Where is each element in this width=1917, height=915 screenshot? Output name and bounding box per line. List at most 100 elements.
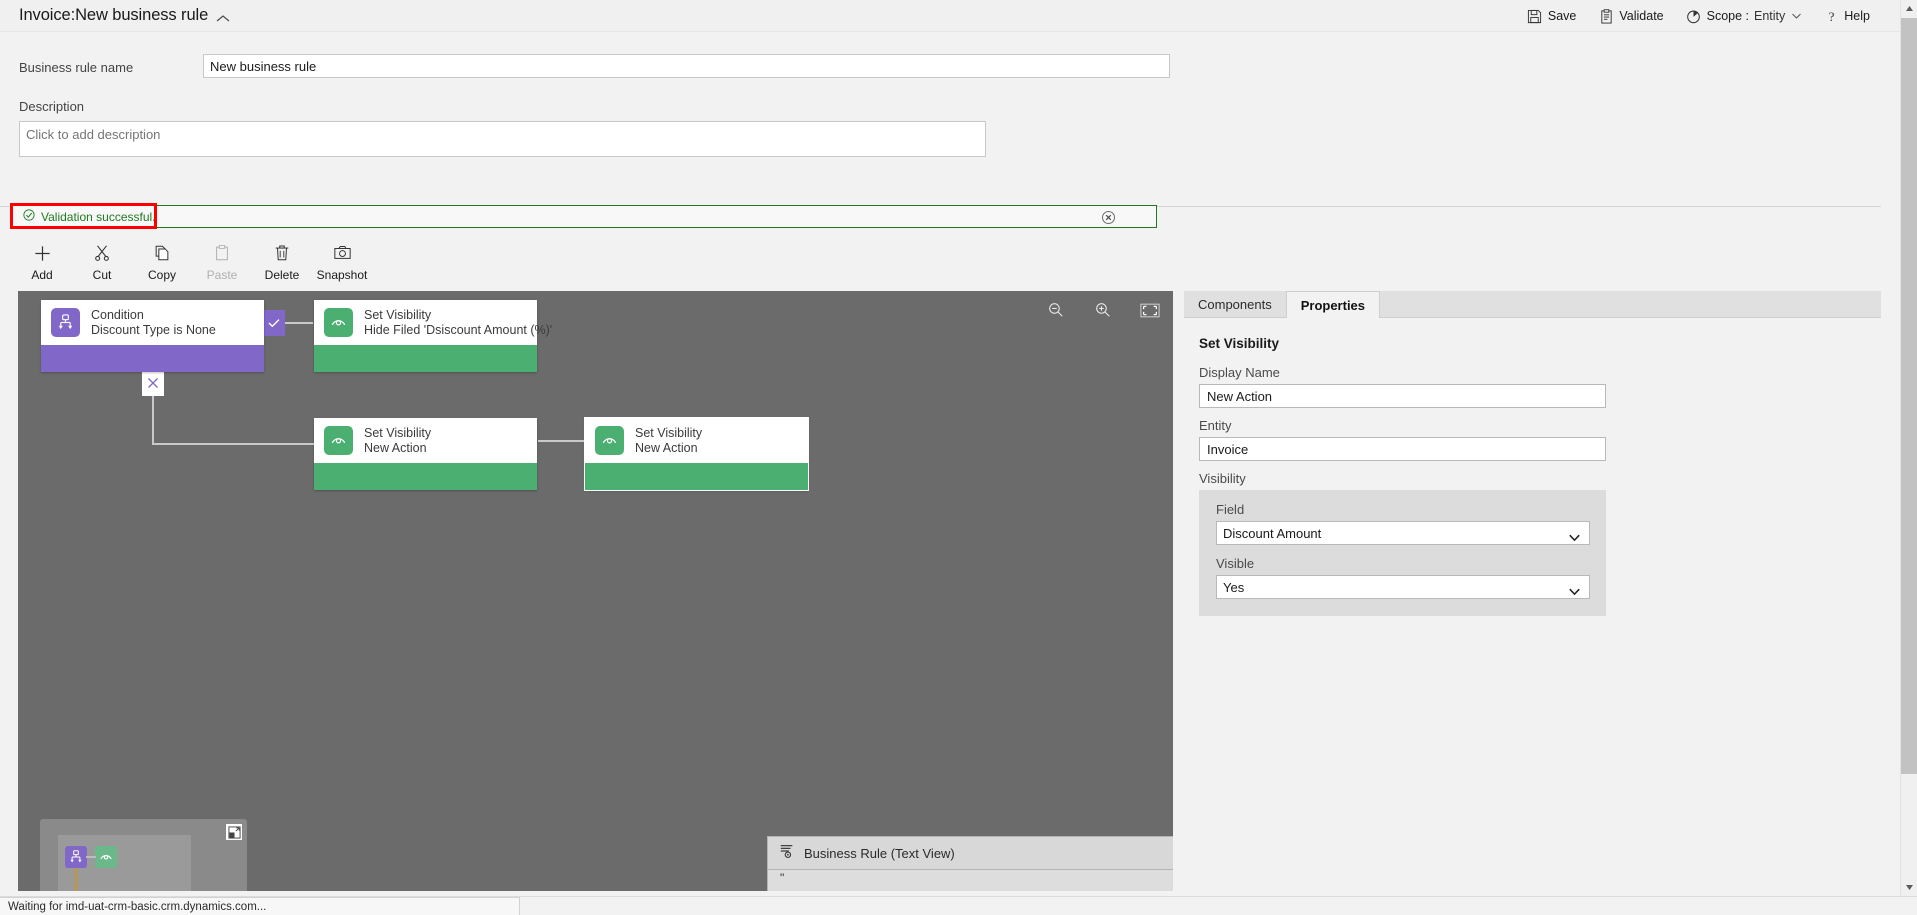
node-subtitle: New Action <box>635 441 702 456</box>
scope-icon <box>1686 8 1702 24</box>
node-header: Set Visibility New Action <box>585 418 808 463</box>
close-circle-icon[interactable] <box>1101 210 1116 225</box>
zoom-out-icon[interactable] <box>1046 300 1066 320</box>
canvas-node-action-1[interactable]: Set Visibility Hide Filed 'Dsiscount Amo… <box>314 300 537 372</box>
node-header: Set Visibility New Action <box>314 418 537 463</box>
description-label: Description <box>19 99 84 114</box>
cut-label: Cut <box>93 268 112 282</box>
visible-select[interactable]: Yes <box>1216 575 1590 599</box>
snapshot-button[interactable]: Snapshot <box>312 238 372 286</box>
eye-icon <box>324 308 353 337</box>
chevron-down-icon[interactable] <box>1792 13 1801 19</box>
scope-label: Scope : <box>1707 9 1749 23</box>
paste-button: Paste <box>192 238 252 286</box>
properties-panel: Components Properties Set Visibility Dis… <box>1184 291 1881 891</box>
camera-icon <box>333 243 352 263</box>
text-view-title: Business Rule (Text View) <box>804 846 955 861</box>
display-name-label: Display Name <box>1199 365 1280 380</box>
tab-components[interactable]: Components <box>1184 291 1286 317</box>
text-view-content: " <box>768 870 1173 891</box>
validate-icon <box>1598 8 1614 24</box>
connector-cond-horizontal <box>152 443 314 445</box>
zoom-in-icon[interactable] <box>1093 300 1113 320</box>
node-title: Set Visibility <box>635 426 702 441</box>
node-text: Condition Discount Type is None <box>91 308 216 338</box>
node-subtitle: Hide Filed 'Dsiscount Amount (%)' <box>364 323 552 338</box>
branch-badge-true[interactable] <box>263 310 285 336</box>
add-label: Add <box>31 268 52 282</box>
save-label: Save <box>1548 9 1577 23</box>
copy-icon <box>153 243 171 263</box>
node-text: Set Visibility New Action <box>364 426 431 456</box>
tab-properties-label: Properties <box>1301 298 1365 313</box>
eye-icon <box>595 426 624 455</box>
plus-icon <box>33 243 52 263</box>
business-rule-name-label: Business rule name <box>19 60 133 75</box>
node-body <box>41 345 264 372</box>
app-header: Invoice:New business rule Save <box>0 0 1917 32</box>
snapshot-label: Snapshot <box>317 268 368 282</box>
copy-label: Copy <box>148 268 176 282</box>
rule-canvas[interactable]: Condition Discount Type is None Set Visi… <box>18 291 1173 891</box>
scroll-up-arrow[interactable] <box>1901 0 1917 17</box>
canvas-node-condition[interactable]: Condition Discount Type is None <box>41 300 264 372</box>
fit-to-screen-icon[interactable] <box>1140 300 1160 320</box>
paste-label: Paste <box>207 268 238 282</box>
designer-toolbar: Add Cut Copy <box>12 238 372 288</box>
tab-properties[interactable]: Properties <box>1286 291 1380 318</box>
save-button[interactable]: Save <box>1516 0 1588 32</box>
trash-icon <box>273 243 291 263</box>
text-view-header: Business Rule (Text View) <box>768 837 1173 870</box>
scope-value: Entity <box>1754 9 1785 23</box>
business-rule-designer: Invoice:New business rule Save <box>0 0 1917 915</box>
business-rule-name-input[interactable] <box>203 54 1170 78</box>
validate-button[interactable]: Validate <box>1587 0 1674 32</box>
description-input[interactable] <box>19 121 986 157</box>
panel-tabs: Components Properties <box>1184 291 1881 318</box>
chevron-up-icon[interactable] <box>216 11 230 21</box>
node-subtitle: New Action <box>364 441 431 456</box>
node-header: Condition Discount Type is None <box>41 300 264 345</box>
canvas-node-action-3[interactable]: Set Visibility New Action <box>585 418 808 490</box>
minimap-branch-line <box>75 868 77 891</box>
page-scrollbar[interactable] <box>1900 0 1917 896</box>
minimap-condition-node <box>65 846 87 868</box>
scope-selector[interactable]: Scope : Entity <box>1675 0 1813 32</box>
tab-components-label: Components <box>1198 297 1272 312</box>
text-rule-icon <box>779 843 795 864</box>
delete-label: Delete <box>265 268 300 282</box>
cross-icon <box>147 377 159 389</box>
validation-message: Validation successful. <box>41 210 156 224</box>
visibility-group: Field Discount Amount Visible Yes <box>1199 490 1606 616</box>
node-body <box>314 463 537 490</box>
branch-badge-false[interactable] <box>142 370 164 396</box>
node-title: Set Visibility <box>364 426 431 441</box>
node-title: Set Visibility <box>364 308 552 323</box>
delete-button[interactable]: Delete <box>252 238 312 286</box>
node-text: Set Visibility Hide Filed 'Dsiscount Amo… <box>364 308 552 338</box>
display-name-input[interactable] <box>1199 384 1606 408</box>
scroll-down-arrow[interactable] <box>1901 879 1917 896</box>
node-body <box>314 345 537 372</box>
scrollbar-thumb[interactable] <box>1901 18 1917 774</box>
help-label: Help <box>1844 9 1870 23</box>
minimap-expand-icon[interactable] <box>226 824 242 840</box>
help-icon: ? <box>1823 8 1839 24</box>
header-actions: Save Validate <box>1516 0 1881 32</box>
validation-bar: Validation successful. <box>12 205 1157 228</box>
add-button[interactable]: Add <box>12 238 72 286</box>
field-select[interactable]: Discount Amount <box>1216 521 1590 545</box>
canvas-node-action-2[interactable]: Set Visibility New Action <box>314 418 537 490</box>
copy-button[interactable]: Copy <box>132 238 192 286</box>
canvas-minimap[interactable] <box>40 819 247 891</box>
business-rule-text-view[interactable]: Business Rule (Text View) " <box>767 836 1173 891</box>
entity-input[interactable] <box>1199 437 1606 461</box>
connector-action2-to-action3 <box>538 440 586 442</box>
page-title: Invoice:New business rule <box>19 6 208 25</box>
cut-button[interactable]: Cut <box>72 238 132 286</box>
rule-form-area: Business rule name Description <box>0 32 1881 207</box>
help-button[interactable]: ? Help <box>1812 0 1881 32</box>
eye-icon <box>324 426 353 455</box>
svg-text:?: ? <box>1828 9 1834 24</box>
entity-label: Entity <box>1199 418 1232 433</box>
